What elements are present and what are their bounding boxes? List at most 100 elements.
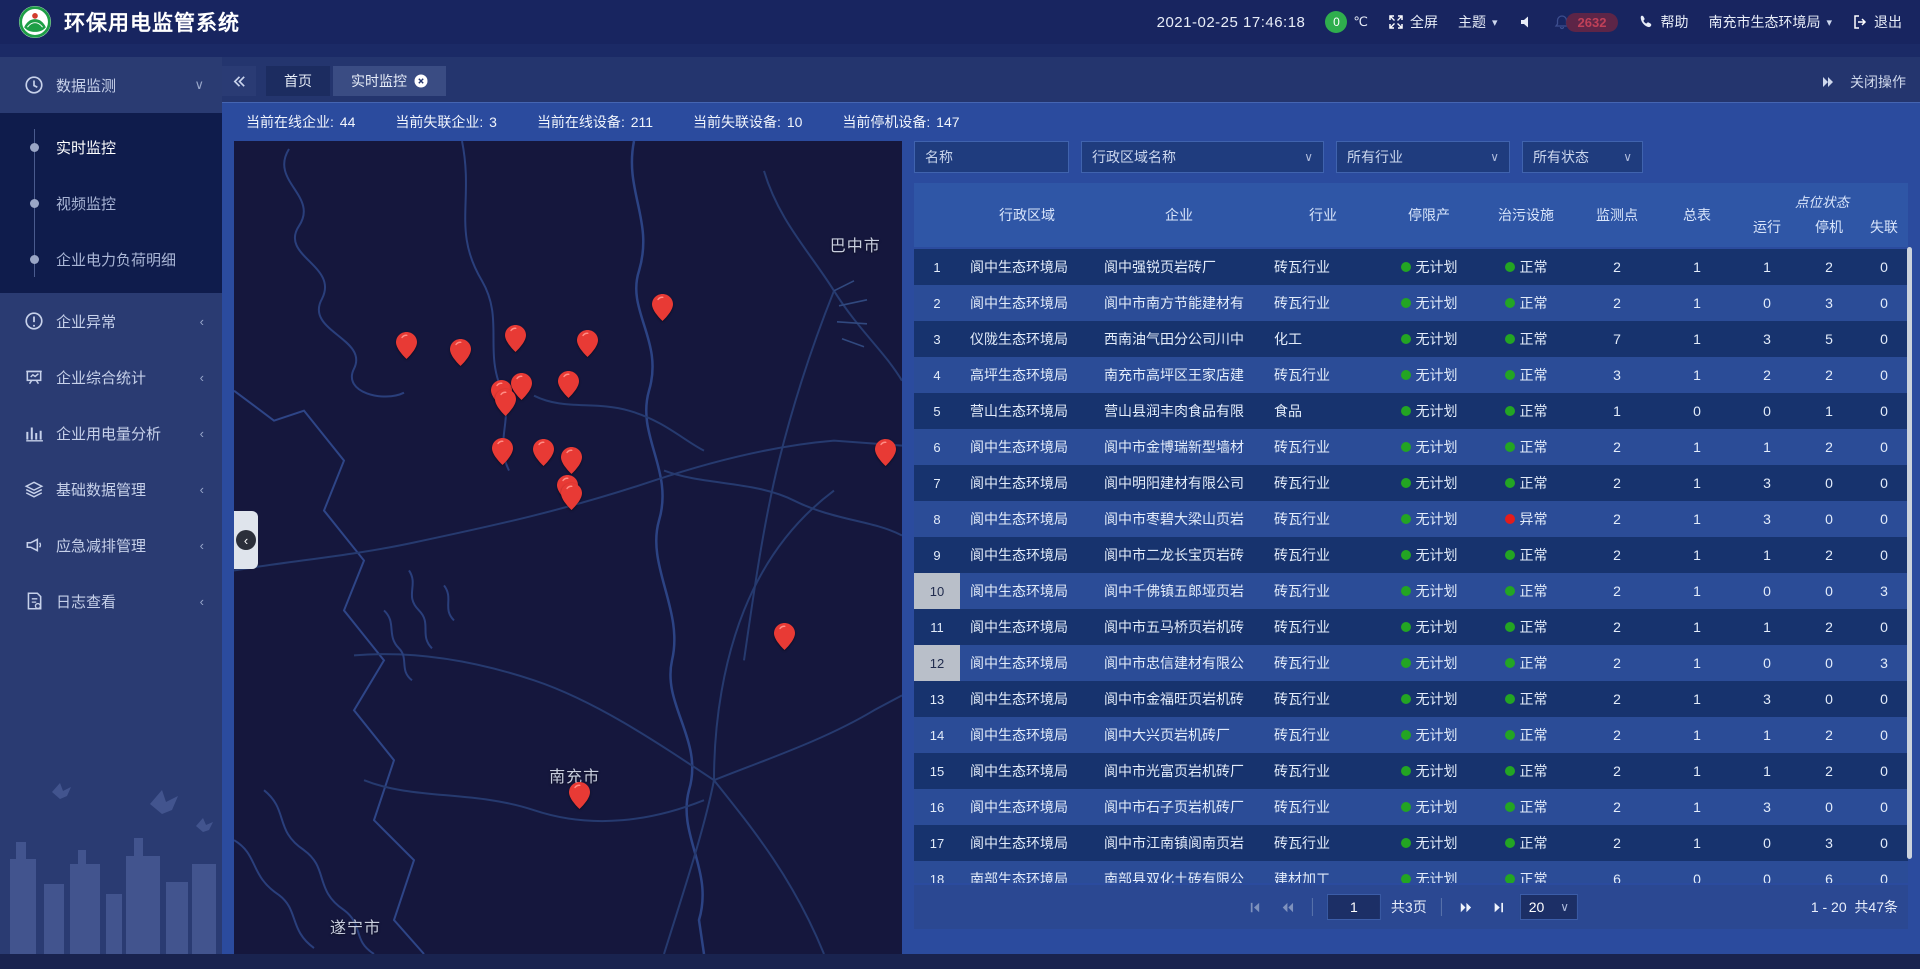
sidebar-item-emergency[interactable]: 应急减排管理‹ xyxy=(0,517,222,573)
table-row[interactable]: 14阆中生态环境局阆中大兴页岩机砖厂砖瓦行业无计划正常21120 xyxy=(914,717,1908,753)
status-dot-icon xyxy=(1505,730,1515,740)
map-pin[interactable] xyxy=(492,438,513,465)
help-button[interactable]: 帮助 xyxy=(1638,12,1688,32)
region-filter-select[interactable]: 行政区域名称 ∨ xyxy=(1081,141,1324,173)
cell-lost: 0 xyxy=(1860,835,1908,851)
sidebar-collapse-handle[interactable]: ‹ xyxy=(234,511,258,569)
sidebar-item-enterprise-abnormal[interactable]: 企业异常‹ xyxy=(0,293,222,349)
cell-lost: 0 xyxy=(1860,367,1908,383)
table-row[interactable]: 6阆中生态环境局阆中市金博瑞新型墙材砖瓦行业无计划正常21120 xyxy=(914,429,1908,465)
sidebar-item-base-data[interactable]: 基础数据管理‹ xyxy=(0,461,222,517)
sidebar-submenu: 实时监控视频监控企业电力负荷明细 xyxy=(0,113,222,293)
notification-area[interactable]: 2632 xyxy=(1554,13,1619,32)
map-pin[interactable] xyxy=(652,294,673,321)
tab-实时监控[interactable]: 实时监控 xyxy=(333,66,446,96)
close-operations-button[interactable]: 关闭操作 xyxy=(1820,72,1906,92)
tab-首页[interactable]: 首页 xyxy=(266,66,330,96)
table-row[interactable]: 17阆中生态环境局阆中市江南镇阆南页岩砖瓦行业无计划正常21030 xyxy=(914,825,1908,861)
cell-industry: 砖瓦行业 xyxy=(1264,293,1382,313)
cell-region: 阆中生态环境局 xyxy=(960,797,1094,817)
table-row[interactable]: 9阆中生态环境局阆中市二龙长宝页岩砖砖瓦行业无计划正常21120 xyxy=(914,537,1908,573)
logout-button[interactable]: 退出 xyxy=(1852,12,1902,32)
status-filter-select[interactable]: 所有状态 ∨ xyxy=(1522,141,1643,173)
map-pin[interactable] xyxy=(561,447,582,474)
name-filter-input[interactable] xyxy=(925,149,1058,165)
col-header-lost: 失联 xyxy=(1860,217,1908,237)
table-row[interactable]: 10阆中生态环境局阆中千佛镇五郎垭页岩砖瓦行业无计划正常21003 xyxy=(914,573,1908,609)
table-row[interactable]: 7阆中生态环境局阆中明阳建材有限公司砖瓦行业无计划正常21300 xyxy=(914,465,1908,501)
table-row[interactable]: 2阆中生态环境局阆中市南方节能建材有砖瓦行业无计划正常21030 xyxy=(914,285,1908,321)
chevron-left-icon: ‹ xyxy=(236,530,256,550)
map-pin[interactable] xyxy=(495,389,516,416)
table-row[interactable]: 11阆中生态环境局阆中市五马桥页岩机砖砖瓦行业无计划正常21120 xyxy=(914,609,1908,645)
first-page-button[interactable] xyxy=(1244,896,1266,918)
cell-lost: 0 xyxy=(1860,403,1908,419)
cell-company: 阆中市枣碧大梁山页岩 xyxy=(1094,509,1264,529)
table-row[interactable]: 13阆中生态环境局阆中市金福旺页岩机砖砖瓦行业无计划正常21300 xyxy=(914,681,1908,717)
theme-dropdown[interactable]: 主题 ▾ xyxy=(1458,12,1498,32)
cell-run: 1 xyxy=(1736,259,1798,275)
table-row[interactable]: 18南部生态环境局南部县双化土砖有限公建材加工无计划正常60060 xyxy=(914,861,1908,883)
cell-stop-status: 无计划 xyxy=(1382,365,1476,385)
map-pin[interactable] xyxy=(577,330,598,357)
sidebar-item-power-analysis[interactable]: 企业用电量分析‹ xyxy=(0,405,222,461)
table-row[interactable]: 3仪陇生态环境局西南油气田分公司川中化工无计划正常71350 xyxy=(914,321,1908,357)
map-pin[interactable] xyxy=(450,339,471,366)
map-panel[interactable]: 巴中市南充市遂宁市 ‹ xyxy=(234,141,902,954)
cell-region: 阆中生态环境局 xyxy=(960,725,1094,745)
map-pin[interactable] xyxy=(569,782,590,809)
bullet-icon xyxy=(30,199,39,208)
status-dot-icon xyxy=(1505,550,1515,560)
table-row[interactable]: 15阆中生态环境局阆中市光富页岩机砖厂砖瓦行业无计划正常21120 xyxy=(914,753,1908,789)
tab-close-icon[interactable] xyxy=(414,74,428,88)
map-pin[interactable] xyxy=(533,439,554,466)
page-size-select[interactable]: 20 ∨ xyxy=(1520,894,1578,920)
cell-company: 西南油气田分公司川中 xyxy=(1094,329,1264,349)
sidebar-subitem-企业电力负荷明细[interactable]: 企业电力负荷明细 xyxy=(0,231,222,287)
table-row[interactable]: 1阆中生态环境局阆中强锐页岩砖厂砖瓦行业无计划正常21120 xyxy=(914,249,1908,285)
sidebar-subitem-视频监控[interactable]: 视频监控 xyxy=(0,175,222,231)
sound-toggle[interactable] xyxy=(1518,14,1534,30)
sidebar-item-data-monitor[interactable]: 数据监测∨ xyxy=(0,57,222,113)
table-row[interactable]: 8阆中生态环境局阆中市枣碧大梁山页岩砖瓦行业无计划异常21300 xyxy=(914,501,1908,537)
map-pin[interactable] xyxy=(774,623,795,650)
map-pin[interactable] xyxy=(875,439,896,466)
last-page-button[interactable] xyxy=(1488,896,1510,918)
cell-facility-status: 正常 xyxy=(1476,365,1576,385)
sidebar-subitem-实时监控[interactable]: 实时监控 xyxy=(0,119,222,175)
chevron-down-icon: ∨ xyxy=(1560,900,1569,914)
row-index: 17 xyxy=(914,825,960,861)
table-row[interactable]: 5营山生态环境局营山县润丰肉食品有限食品无计划正常10010 xyxy=(914,393,1908,429)
cell-company: 南部县双化土砖有限公 xyxy=(1094,869,1264,883)
sidebar-item-enterprise-stats[interactable]: 企业综合统计‹ xyxy=(0,349,222,405)
chevron-down-icon: ∨ xyxy=(1304,150,1313,164)
table-row[interactable]: 16阆中生态环境局阆中市石子页岩机砖厂砖瓦行业无计划正常21300 xyxy=(914,789,1908,825)
stat-当前在线设备: 当前在线设备: 211 xyxy=(527,112,683,132)
table-scrollbar[interactable] xyxy=(1907,247,1912,859)
next-page-button[interactable] xyxy=(1456,896,1478,918)
industry-filter-select[interactable]: 所有行业 ∨ xyxy=(1336,141,1510,173)
cell-monitor: 2 xyxy=(1576,691,1658,707)
cell-lost: 0 xyxy=(1860,799,1908,815)
tabs-scroll-left-button[interactable] xyxy=(222,66,256,96)
map-pin[interactable] xyxy=(561,483,582,510)
fullscreen-button[interactable]: 全屏 xyxy=(1388,12,1438,32)
map-pin[interactable] xyxy=(396,332,417,359)
status-dot-icon xyxy=(1505,478,1515,488)
log-icon xyxy=(24,591,44,611)
user-dropdown[interactable]: 南充市生态环境局 ▾ xyxy=(1708,12,1832,32)
cell-facility-status: 正常 xyxy=(1476,617,1576,637)
sidebar-item-logs[interactable]: 日志查看‹ xyxy=(0,573,222,629)
status-dot-icon xyxy=(1401,622,1411,632)
page-number-input[interactable] xyxy=(1327,894,1381,920)
table-row[interactable]: 12阆中生态环境局阆中市忠信建材有限公砖瓦行业无计划正常21003 xyxy=(914,645,1908,681)
map-pin[interactable] xyxy=(558,371,579,398)
status-dot-icon xyxy=(1505,802,1515,812)
map-pin[interactable] xyxy=(505,325,526,352)
prev-page-button[interactable] xyxy=(1276,896,1298,918)
chevron-down-icon: ∨ xyxy=(1490,150,1499,164)
cell-meter: 1 xyxy=(1658,763,1736,779)
table-row[interactable]: 4高坪生态环境局南充市高坪区王家店建砖瓦行业无计划正常31220 xyxy=(914,357,1908,393)
phone-icon xyxy=(1638,14,1654,30)
cell-region: 阆中生态环境局 xyxy=(960,509,1094,529)
